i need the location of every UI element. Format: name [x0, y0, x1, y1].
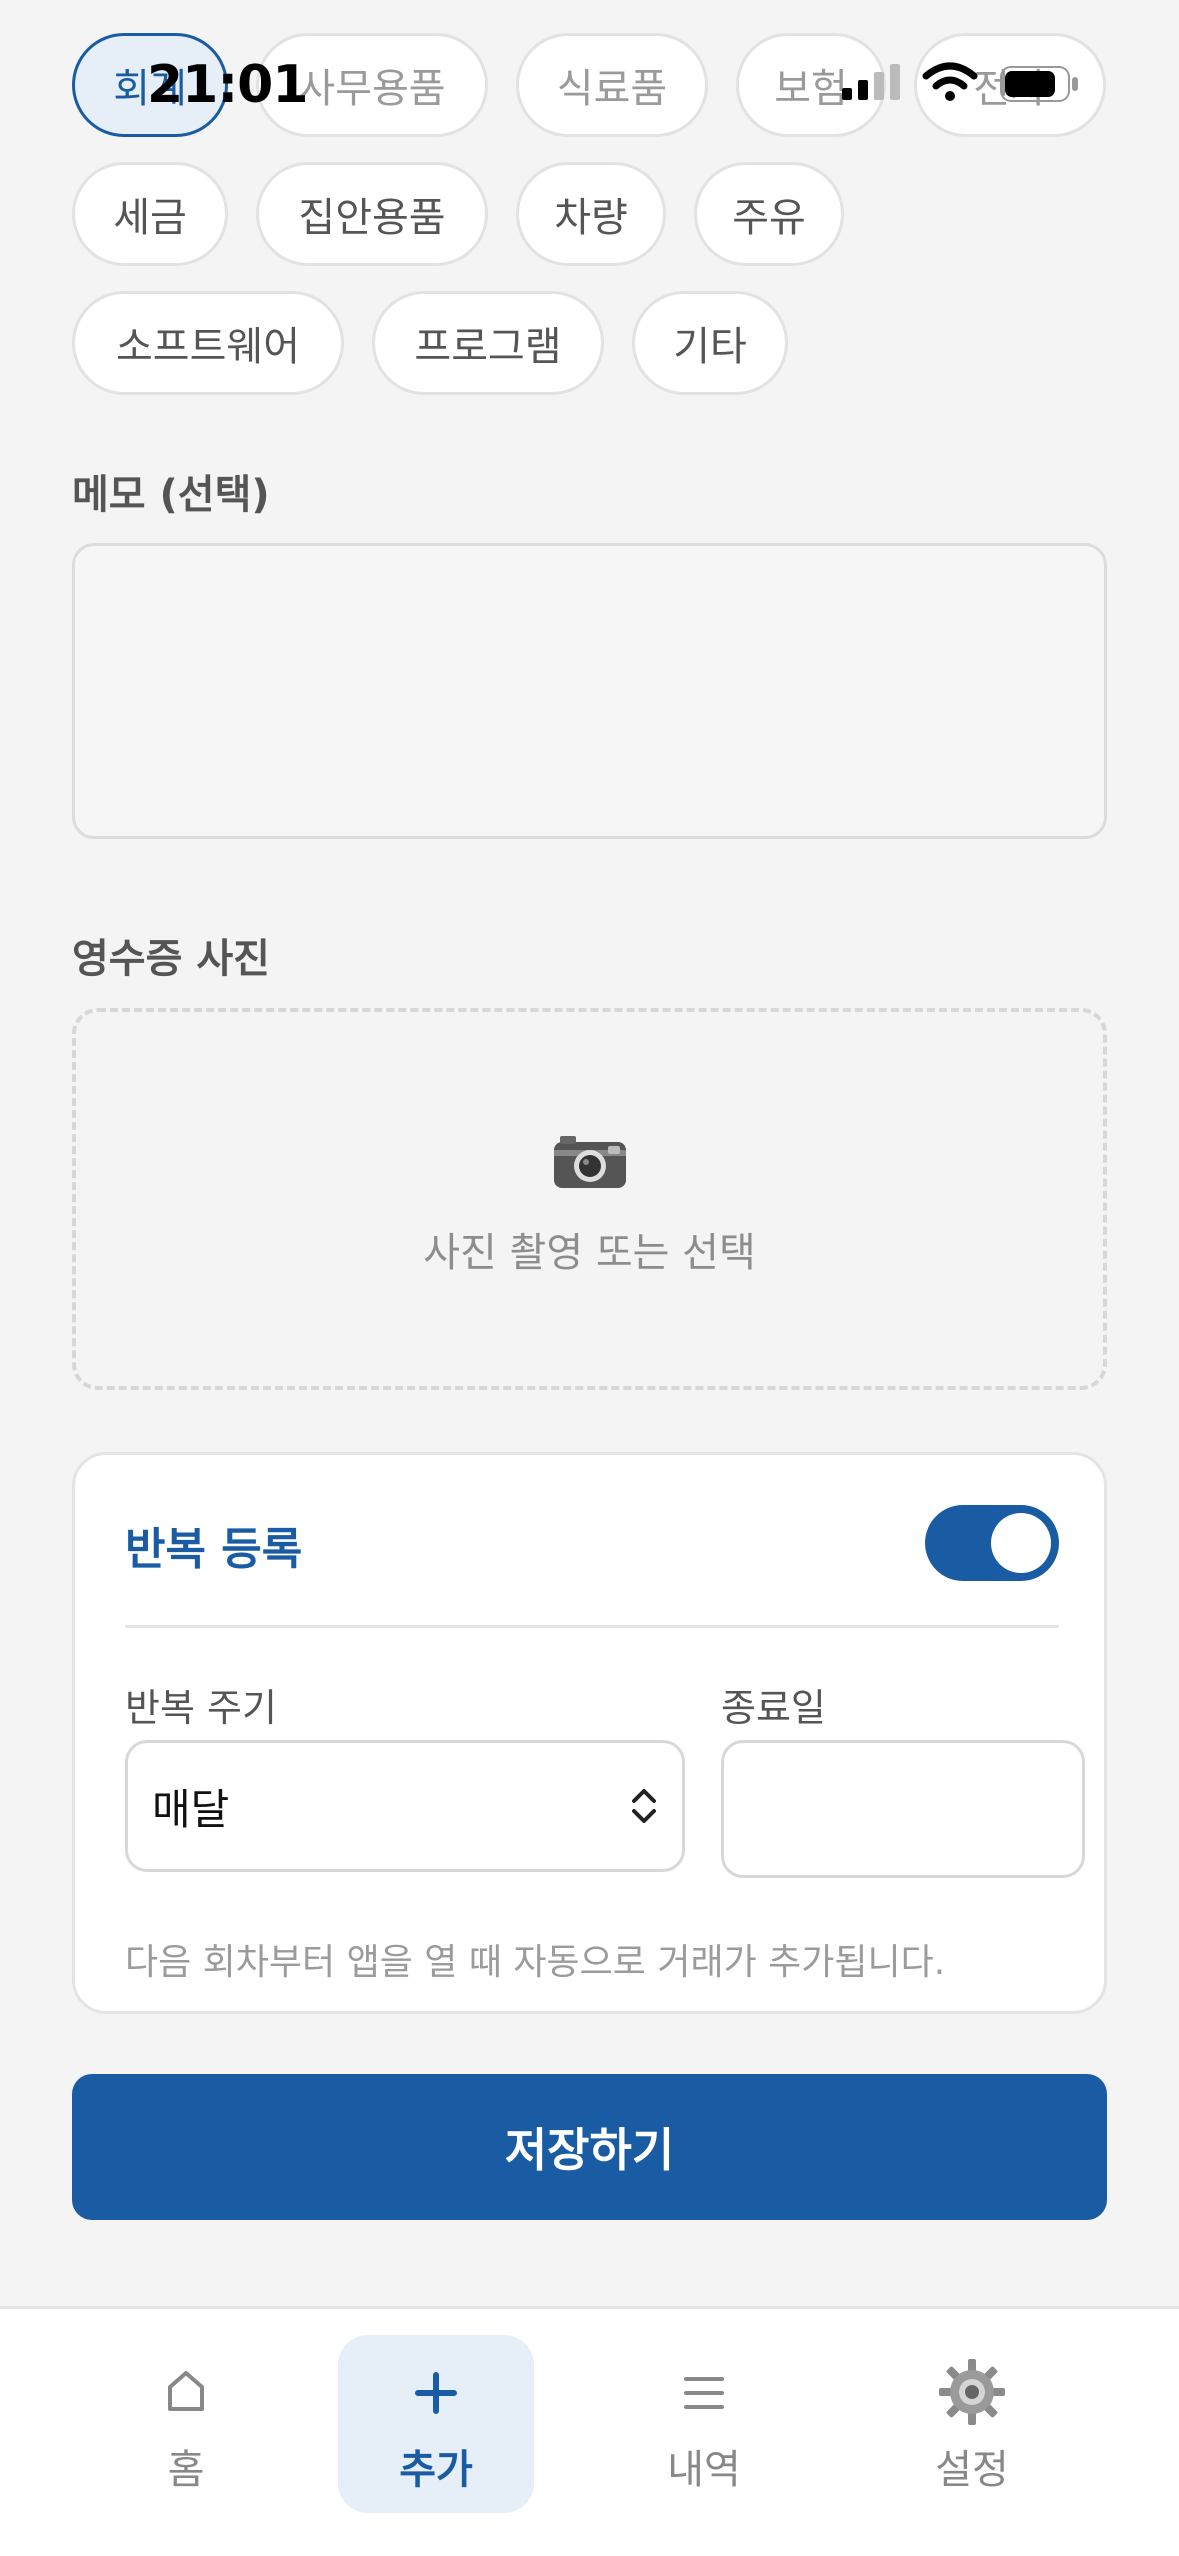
save-button[interactable]: 저장하기 — [72, 2074, 1107, 2220]
tab-home[interactable]: 홈 — [88, 2335, 284, 2513]
category-chips-row-2: 세금 집안용품 차량 주유 — [72, 162, 844, 266]
repeat-registration-card: 반복 등록 반복 주기 종료일 매달 다음 회차부터 앱을 열 때 자동으로 거… — [72, 1452, 1107, 2014]
category-chip-accounting[interactable]: 회계 — [72, 33, 228, 137]
bottom-tab-bar: 홈 추가 내역 설정 — [0, 2306, 1179, 2556]
repeat-period-label: 반복 주기 — [125, 1686, 277, 1730]
category-chip-household[interactable]: 집안용품 — [256, 162, 488, 266]
list-icon — [684, 2377, 724, 2409]
category-chip-fuel[interactable]: 주유 — [694, 162, 844, 266]
updown-chevron-icon — [632, 1789, 656, 1823]
category-chip-software[interactable]: 소프트웨어 — [72, 291, 344, 395]
divider — [125, 1625, 1059, 1628]
category-chips-row-3: 소프트웨어 프로그램 기타 — [72, 291, 788, 395]
tab-history[interactable]: 내역 — [606, 2335, 802, 2513]
plus-icon — [415, 2372, 457, 2414]
end-date-label: 종료일 — [721, 1686, 826, 1730]
tab-add[interactable]: 추가 — [338, 2335, 534, 2513]
receipt-photo-text: 사진 촬영 또는 선택 — [423, 1230, 756, 1276]
repeat-hint-text: 다음 회차부터 앱을 열 때 자동으로 거래가 추가됩니다. — [125, 1942, 946, 1983]
category-chip-tax[interactable]: 세금 — [72, 162, 228, 266]
memo-label: 메모 (선택) — [72, 472, 270, 518]
category-chip-other[interactable]: 기타 — [632, 291, 788, 395]
category-chip-vehicle[interactable]: 차량 — [516, 162, 666, 266]
category-chip-groceries[interactable]: 식료품 — [516, 33, 708, 137]
memo-textarea[interactable] — [72, 543, 1107, 839]
repeat-title: 반복 등록 — [125, 1524, 303, 1575]
receipt-photo-label: 영수증 사진 — [72, 936, 270, 982]
repeat-period-value: 매달 — [152, 1784, 230, 1834]
category-chip-electronics[interactable]: 전자 — [914, 33, 1106, 137]
end-date-input[interactable] — [721, 1740, 1085, 1878]
tab-settings-label: 설정 — [935, 2447, 1009, 2493]
toggle-knob — [991, 1513, 1051, 1573]
receipt-photo-picker[interactable]: 사진 촬영 또는 선택 — [72, 1008, 1107, 1390]
category-chip-insurance[interactable]: 보험 — [736, 33, 886, 137]
repeat-toggle[interactable] — [925, 1505, 1059, 1581]
tab-add-label: 추가 — [399, 2447, 473, 2493]
camera-icon — [553, 1136, 626, 1188]
repeat-period-select[interactable]: 매달 — [125, 1740, 685, 1872]
tab-home-label: 홈 — [167, 2447, 205, 2493]
category-chip-office-supplies[interactable]: 사무용품 — [256, 33, 488, 137]
add-transaction-screen: 21:01 회계 사무용품 식료품 보험 전자 세금 집안용품 차량 주유 소프… — [0, 0, 1179, 2556]
gear-icon — [939, 2359, 1005, 2425]
home-icon — [168, 2371, 204, 2411]
category-chips-row-1: 회계 사무용품 식료품 보험 전자 — [72, 33, 1106, 137]
tab-history-label: 내역 — [667, 2447, 741, 2493]
tab-settings[interactable]: 설정 — [874, 2335, 1070, 2513]
category-chip-program[interactable]: 프로그램 — [372, 291, 604, 395]
